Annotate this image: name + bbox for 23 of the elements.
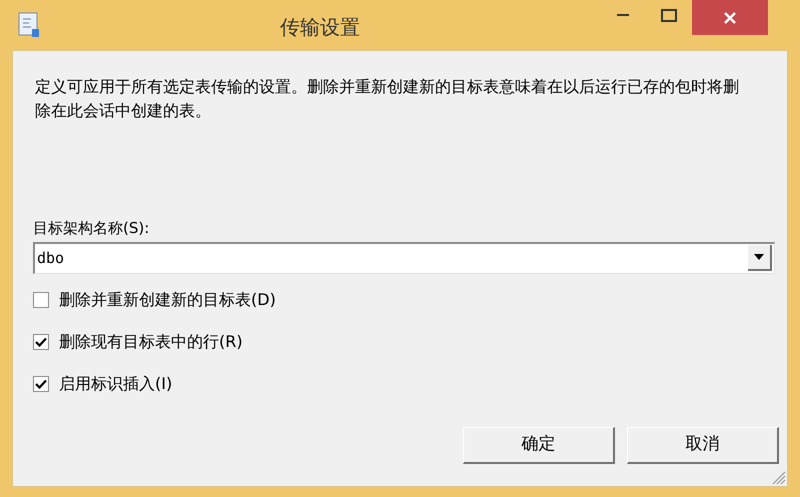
minimize-icon [617,13,629,17]
cancel-button[interactable]: 取消 [627,427,779,464]
checkbox-label: 删除现有目标表中的行(R) [59,330,243,352]
checkbox-label: 删除并重新创建新的目标表(D) [59,288,276,310]
schema-value: dbo [36,248,66,269]
checkbox-label: 启用标识插入(I) [59,372,172,394]
close-button[interactable] [692,0,768,35]
checkbox[interactable] [33,376,49,392]
app-icon [18,12,40,38]
window-title: 传输设置 [280,14,360,41]
ok-button[interactable]: 确定 [463,427,615,464]
maximize-icon [661,8,677,22]
check-icon [35,336,47,346]
checkbox[interactable] [33,292,49,308]
check-icon [35,378,47,388]
dropdown-button[interactable] [748,245,772,271]
checkbox[interactable] [33,334,49,350]
close-icon [723,10,737,24]
resize-grip-icon [770,469,786,485]
caret-icon [754,254,764,260]
description-text: 定义可应用于所有选定表传输的设置。删除并重新创建新的目标表意味着在以后运行已存的包时将删除在此会话中创建的表。 [35,76,740,122]
schema-label: 目标架构名称(S): [33,218,150,239]
schema-combo-box[interactable]: dbo [33,242,775,274]
